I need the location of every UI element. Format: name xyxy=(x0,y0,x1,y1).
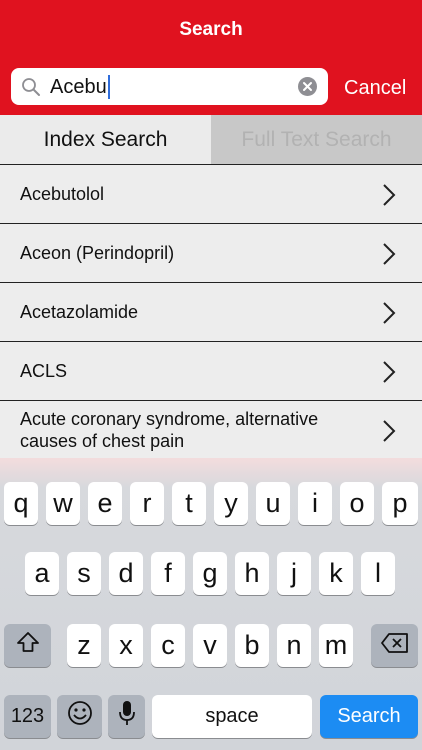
backspace-icon xyxy=(380,630,410,661)
key-u[interactable]: u xyxy=(256,482,290,525)
list-item[interactable]: Acetazolamide xyxy=(0,282,422,341)
key-h[interactable]: h xyxy=(235,552,269,595)
key-x[interactable]: x xyxy=(109,624,143,667)
search-mode-tabs: Index Search Full Text Search xyxy=(0,115,422,164)
emoji-icon xyxy=(66,699,94,734)
list-item[interactable]: ACLS xyxy=(0,341,422,400)
dictation-key[interactable] xyxy=(108,695,145,738)
list-item-label: Acute coronary syndrome, alternative cau… xyxy=(20,409,319,451)
key-v[interactable]: v xyxy=(193,624,227,667)
chevron-right-icon xyxy=(382,301,396,330)
key-d[interactable]: d xyxy=(109,552,143,595)
shift-key[interactable] xyxy=(4,624,51,667)
tab-full-text-search[interactable]: Full Text Search xyxy=(211,115,422,164)
search-key[interactable]: Search xyxy=(320,695,418,738)
key-y[interactable]: y xyxy=(214,482,248,525)
chevron-right-icon xyxy=(382,419,396,448)
key-e[interactable]: e xyxy=(88,482,122,525)
keyboard: q w e r t y u i o p a s d f g h j k l z … xyxy=(0,458,422,750)
search-icon xyxy=(21,77,41,102)
key-j[interactable]: j xyxy=(277,552,311,595)
emoji-key[interactable] xyxy=(57,695,102,738)
key-a[interactable]: a xyxy=(25,552,59,595)
key-c[interactable]: c xyxy=(151,624,185,667)
key-l[interactable]: l xyxy=(361,552,395,595)
key-o[interactable]: o xyxy=(340,482,374,525)
search-input[interactable]: Acebu xyxy=(11,68,328,105)
delete-key[interactable] xyxy=(371,624,418,667)
nav-bar: Search xyxy=(0,0,422,59)
clear-icon[interactable] xyxy=(298,77,317,96)
chevron-right-icon xyxy=(382,183,396,212)
key-f[interactable]: f xyxy=(151,552,185,595)
list-item-label: Aceon (Perindopril) xyxy=(20,243,175,263)
search-query: Acebu xyxy=(50,75,110,99)
key-p[interactable]: p xyxy=(382,482,418,525)
chevron-right-icon xyxy=(382,360,396,389)
list-item[interactable]: Acute coronary syndrome, alternative cau… xyxy=(0,400,422,458)
list-item-label: Acetazolamide xyxy=(20,302,139,322)
key-z[interactable]: z xyxy=(67,624,101,667)
list-item-label: ACLS xyxy=(20,361,68,381)
page-title: Search xyxy=(179,18,243,40)
key-q[interactable]: q xyxy=(4,482,38,525)
list-item-label: Acebutolol xyxy=(20,184,105,204)
key-i[interactable]: i xyxy=(298,482,332,525)
key-n[interactable]: n xyxy=(277,624,311,667)
key-g[interactable]: g xyxy=(193,552,227,595)
chevron-right-icon xyxy=(382,242,396,271)
key-m[interactable]: m xyxy=(319,624,353,667)
key-b[interactable]: b xyxy=(235,624,269,667)
results-list: Acebutolol Aceon (Perindopril) Acetazola… xyxy=(0,164,422,458)
shift-icon xyxy=(15,630,41,661)
cancel-button[interactable]: Cancel xyxy=(344,76,406,100)
numbers-key[interactable]: 123 xyxy=(4,695,51,738)
list-item[interactable]: Aceon (Perindopril) xyxy=(0,223,422,282)
key-s[interactable]: s xyxy=(67,552,101,595)
list-item[interactable]: Acebutolol xyxy=(0,164,422,223)
search-bar: Acebu Cancel xyxy=(0,59,422,115)
key-t[interactable]: t xyxy=(172,482,206,525)
key-w[interactable]: w xyxy=(46,482,80,525)
search-query-text: Acebu xyxy=(50,76,107,98)
text-caret xyxy=(107,75,110,99)
key-k[interactable]: k xyxy=(319,552,353,595)
key-r[interactable]: r xyxy=(130,482,164,525)
microphone-icon xyxy=(118,699,136,734)
space-key[interactable]: space xyxy=(152,695,312,738)
tab-index-search[interactable]: Index Search xyxy=(0,115,211,164)
